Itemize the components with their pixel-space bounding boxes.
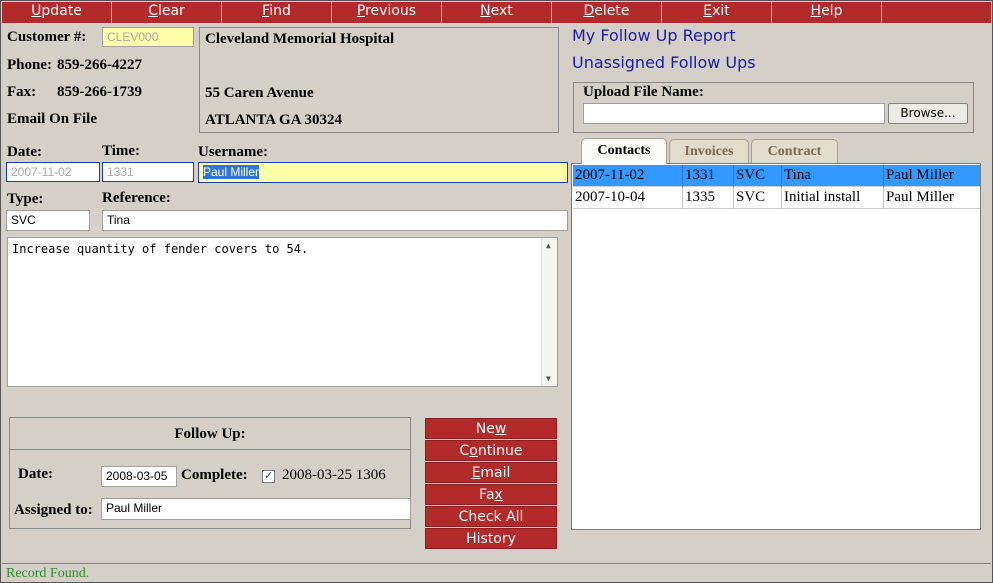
complete-timestamp: 2008-03-25 1306 <box>282 467 386 483</box>
assigned-to-label: Assigned to: <box>14 502 93 518</box>
date-label: Date: <box>7 144 42 160</box>
type-input[interactable]: SVC <box>6 210 90 231</box>
menu-next[interactable]: Next <box>442 2 552 23</box>
email-on-file: Email On File <box>7 111 97 127</box>
phone-value: 859-266-4227 <box>57 57 142 73</box>
assigned-to-input[interactable]: Paul Miller <box>101 498 411 520</box>
date-input[interactable]: 2007-11-02 <box>6 162 100 182</box>
menu-exit[interactable]: Exit <box>662 2 772 23</box>
new-button[interactable]: New <box>425 418 557 439</box>
contact-user-cell: Paul Miller <box>886 189 954 205</box>
customer-number-input[interactable]: CLEV000 <box>102 27 194 47</box>
type-label: Type: <box>7 191 44 207</box>
address-line-2: ATLANTA GA 30324 <box>205 112 342 128</box>
phone-label: Phone: <box>7 57 52 73</box>
tab-contacts[interactable]: Contacts <box>581 138 667 164</box>
complete-checkbox[interactable]: ✓ <box>262 470 275 483</box>
username-selected-text: Paul Miller <box>203 165 260 179</box>
customer-number-label: Customer #: <box>7 29 87 45</box>
contacts-row[interactable]: 2007-10-04 1335 SVC Initial install Paul… <box>573 187 980 209</box>
upload-label: Upload File Name: <box>583 84 704 100</box>
contact-date-cell: 2007-10-04 <box>573 187 683 209</box>
contact-type-cell: SVC <box>734 165 782 187</box>
contacts-grid: 2007-11-02 1331 SVC Tina Paul Miller 200… <box>571 163 981 530</box>
tab-invoices[interactable]: Invoices <box>669 139 749 163</box>
complete-label: Complete: <box>181 467 248 483</box>
menu-clear[interactable]: Clear <box>112 2 222 23</box>
notes-text: Increase quantity of fender covers to 54… <box>12 242 309 256</box>
username-input[interactable]: Paul Miller <box>198 162 568 183</box>
contacts-row[interactable]: 2007-11-02 1331 SVC Tina Paul Miller <box>573 165 980 187</box>
contact-date-cell: 2007-11-02 <box>573 165 683 187</box>
follow-up-date-input[interactable]: 2008-03-05 <box>101 466 177 487</box>
upload-file-input[interactable] <box>583 103 885 124</box>
follow-up-date-label: Date: <box>18 466 53 482</box>
contact-time-cell: 1331 <box>683 165 734 187</box>
fax-button[interactable]: Fax <box>425 484 557 505</box>
app-window: Update Clear Find Previous Next Delete E… <box>0 0 993 583</box>
my-follow-up-report-link[interactable]: My Follow Up Report <box>572 26 736 45</box>
status-bar: Record Found. <box>2 563 991 582</box>
menu-bar: Update Clear Find Previous Next Delete E… <box>2 2 991 23</box>
fax-label: Fax: <box>7 84 37 100</box>
menu-previous[interactable]: Previous <box>332 2 442 23</box>
check-all-button[interactable]: Check All <box>425 506 557 527</box>
reference-label: Reference: <box>102 190 171 206</box>
menu-help[interactable]: Help <box>772 2 882 23</box>
unassigned-follow-ups-link[interactable]: Unassigned Follow Ups <box>572 53 756 72</box>
scroll-down-icon[interactable]: ▼ <box>546 374 551 383</box>
menu-delete[interactable]: Delete <box>552 2 662 23</box>
continue-button[interactable]: Continue <box>425 440 557 461</box>
contact-time-cell: 1335 <box>683 187 734 209</box>
fax-value: 859-266-1739 <box>57 84 142 100</box>
username-label: Username: <box>198 144 268 160</box>
notes-scrollbar[interactable]: ▲ ▼ <box>541 238 557 386</box>
contact-reference-cell: Tina <box>782 165 884 187</box>
time-label: Time: <box>102 143 141 159</box>
contact-type-cell: SVC <box>734 187 782 209</box>
contact-user-cell: Paul Miller <box>886 167 954 183</box>
address-box: Cleveland Memorial Hospital 55 Caren Ave… <box>199 27 559 133</box>
follow-up-title: Follow Up: <box>9 418 411 450</box>
history-button[interactable]: History <box>425 528 557 549</box>
tab-contract[interactable]: Contract <box>751 139 838 163</box>
customer-name: Cleveland Memorial Hospital <box>205 31 395 47</box>
address-line-1: 55 Caren Avenue <box>205 85 314 101</box>
time-input[interactable]: 1331 <box>102 162 194 182</box>
email-button[interactable]: Email <box>425 462 557 483</box>
menu-update[interactable]: Update <box>2 2 112 23</box>
contact-reference-cell: Initial install <box>782 187 884 209</box>
scroll-up-icon[interactable]: ▲ <box>546 241 551 250</box>
reference-input[interactable]: Tina <box>102 210 568 231</box>
browse-button[interactable]: Browse... <box>888 103 968 124</box>
menu-find[interactable]: Find <box>222 2 332 23</box>
notes-textarea[interactable]: Increase quantity of fender covers to 54… <box>7 237 558 387</box>
